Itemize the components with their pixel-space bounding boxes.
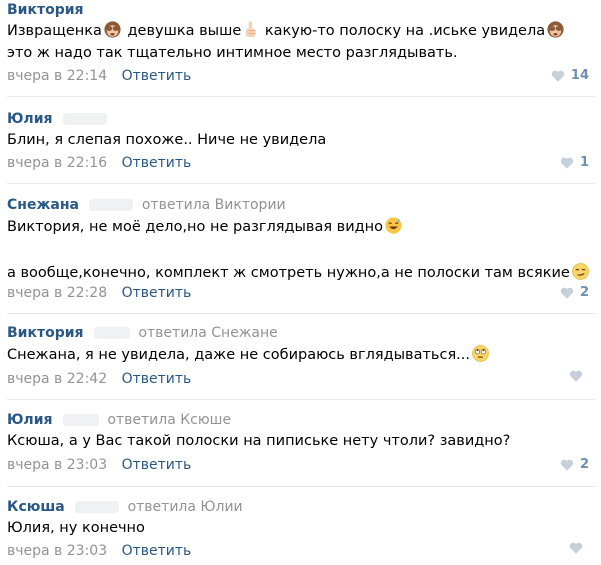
smirk-emoji-icon — [571, 263, 589, 280]
comment-text: Извращенка девушка выше какую-то полоску… — [7, 20, 591, 41]
comment-text-part: Снежана, я не увидела, даже не собираюсь… — [7, 347, 470, 363]
reply-button[interactable]: Ответить — [122, 285, 192, 301]
reply-button[interactable]: Ответить — [122, 68, 192, 84]
comment-date[interactable]: вчера в 22:42 — [7, 371, 107, 387]
reply-button[interactable]: Ответить — [122, 457, 192, 473]
author-name[interactable]: Виктория — [7, 2, 84, 18]
like-count: 2 — [579, 457, 589, 472]
comment-date[interactable]: вчера в 22:28 — [7, 285, 107, 301]
heart-icon — [569, 542, 583, 554]
author-surname-blurred — [94, 327, 130, 339]
comment-header: Виктория — [7, 1, 84, 19]
heart-icon — [560, 287, 574, 299]
comment-meta: вчера в 22:42 Ответить — [7, 370, 191, 388]
author-name[interactable]: Юлия — [7, 412, 53, 428]
comment-meta: вчера в 23:03 Ответить — [7, 456, 191, 474]
comment-text: а вообще,конечно, комплект ж смотреть ну… — [7, 262, 591, 283]
comment-text: это ж надо так тщательно интимное место … — [7, 45, 458, 61]
reply-to-label[interactable]: ответила Виктории — [142, 197, 286, 213]
comment-header: Юлия — [7, 110, 107, 128]
divider — [7, 183, 595, 184]
comment-date[interactable]: вчера в 23:03 — [7, 543, 107, 559]
heart-icon — [569, 370, 583, 382]
comment-text-part: Извращенка — [7, 23, 102, 39]
comment-text: Снежана, я не увидела, даже не собираюсь… — [7, 344, 591, 365]
like-button[interactable] — [569, 370, 589, 382]
like-button[interactable]: 2 — [560, 284, 589, 302]
reply-to-label[interactable]: ответила Юлии — [128, 499, 243, 515]
comment-date[interactable]: вчера в 22:16 — [7, 155, 107, 171]
divider — [7, 313, 595, 314]
comment-date[interactable]: вчера в 23:03 — [7, 457, 107, 473]
author-name[interactable]: Виктория — [7, 325, 84, 341]
heart-icon — [560, 157, 574, 169]
sweat-smile-emoji-icon — [385, 217, 402, 234]
like-button[interactable] — [569, 542, 589, 554]
comment-meta: вчера в 22:28 Ответить — [7, 284, 191, 302]
like-button[interactable]: 14 — [551, 67, 589, 85]
comment-header: Снежана ответила Виктории — [7, 196, 286, 214]
pointing-up-hand-icon — [246, 21, 256, 38]
divider — [7, 96, 595, 97]
like-button[interactable]: 1 — [560, 154, 589, 172]
reply-button[interactable]: Ответить — [122, 543, 192, 559]
like-count: 1 — [579, 155, 589, 170]
eye-roll-emoji-icon — [472, 345, 489, 362]
comment-text: Ксюша, а у Вас такой полоски на пипиське… — [7, 433, 511, 449]
comment-text-part: Виктория, не моё дело,но не разглядывая … — [7, 219, 384, 235]
comment-meta: вчера в 22:14 Ответить — [7, 67, 191, 85]
divider — [7, 399, 595, 400]
see-no-evil-monkey-icon — [547, 21, 564, 38]
see-no-evil-monkey-icon — [104, 21, 121, 38]
reply-button[interactable]: Ответить — [122, 371, 192, 387]
divider — [7, 486, 595, 487]
reply-to-label[interactable]: ответила Ксюше — [107, 412, 231, 428]
author-name[interactable]: Снежана — [7, 197, 79, 213]
comment-text-part: девушка выше — [122, 23, 242, 39]
author-surname-blurred — [62, 414, 99, 426]
comment-text-part: а вообще,конечно, комплект ж смотреть ну… — [7, 265, 570, 281]
comment-text: Виктория, не моё дело,но не разглядывая … — [7, 216, 591, 237]
author-surname-blurred — [89, 199, 134, 211]
like-count: 14 — [570, 68, 589, 83]
author-surname-blurred — [62, 113, 107, 125]
author-surname-blurred — [75, 501, 120, 513]
comment-meta: вчера в 23:03 Ответить — [7, 542, 191, 560]
comment-text: Юлия, ну конечно — [7, 520, 145, 536]
reply-button[interactable]: Ответить — [122, 155, 192, 171]
comment-header: Юлия ответила Ксюше — [7, 411, 231, 429]
comment-text-part: какую-то полоску на .иське увидела — [260, 23, 546, 39]
comment-date[interactable]: вчера в 22:14 — [7, 68, 107, 84]
comment-header: Ксюша ответила Юлии — [7, 498, 243, 516]
author-name[interactable]: Юлия — [7, 111, 53, 127]
author-name[interactable]: Ксюша — [7, 499, 65, 515]
heart-icon — [560, 459, 574, 471]
reply-to-label[interactable]: ответила Снежане — [138, 325, 277, 341]
heart-icon — [551, 70, 565, 82]
comment-meta: вчера в 22:16 Ответить — [7, 154, 191, 172]
like-button[interactable]: 2 — [560, 456, 589, 474]
comment-text: Блин, я слепая похоже.. Ниче не увидела — [7, 132, 327, 148]
like-count: 2 — [579, 285, 589, 300]
comment-header: Виктория ответила Снежане — [7, 324, 278, 342]
